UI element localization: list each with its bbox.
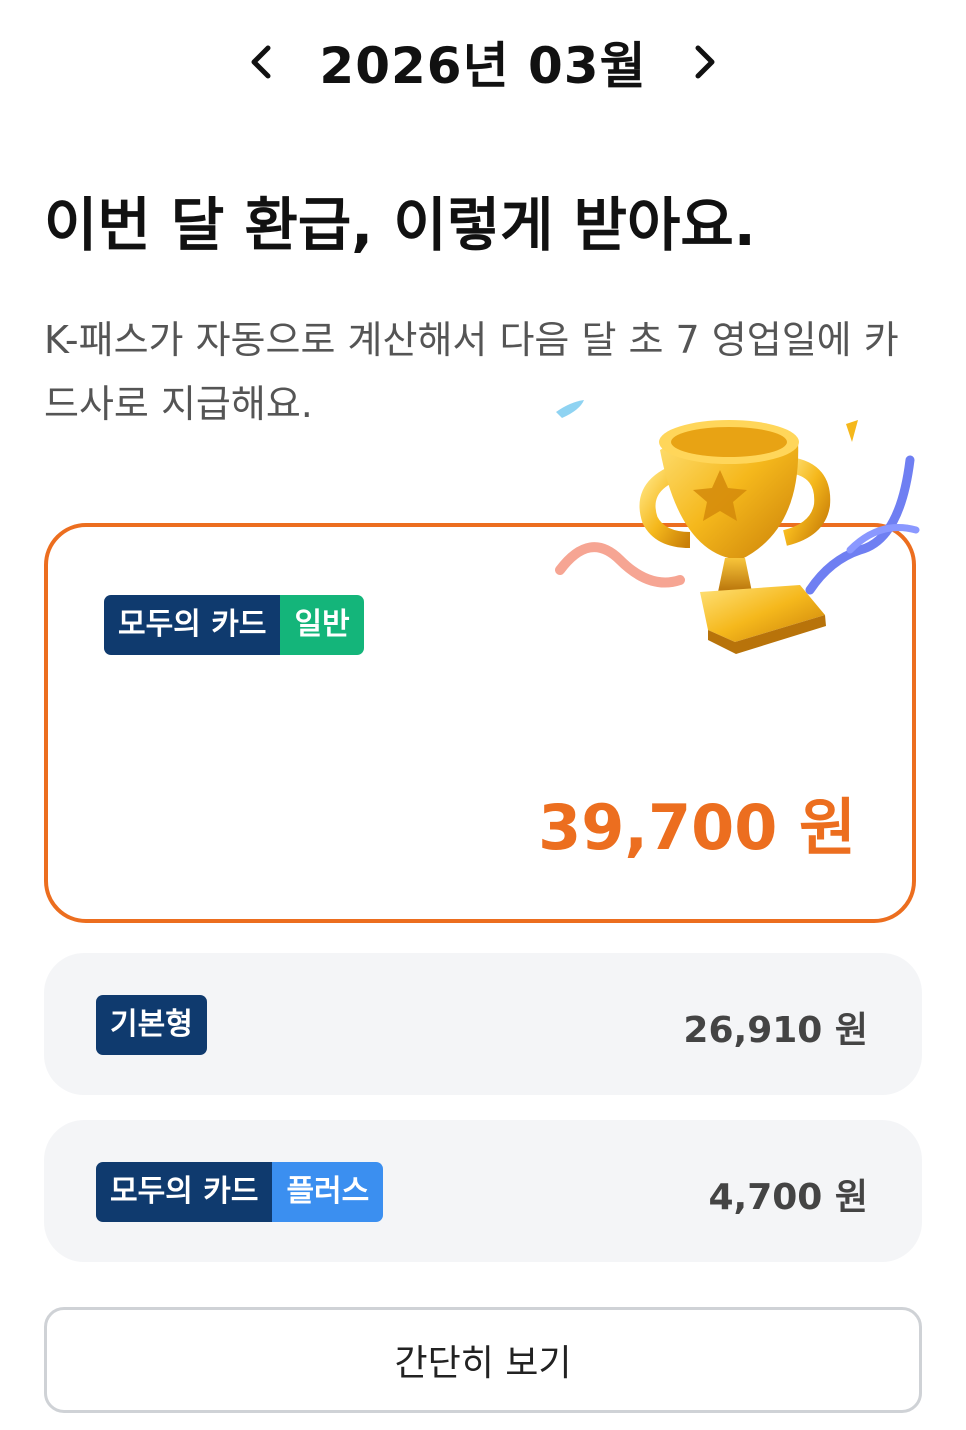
simple-view-button[interactable]: 간단히 보기 xyxy=(44,1307,922,1413)
trophy-confetti-icon xyxy=(555,400,920,654)
month-navigator: 2026년 03월 xyxy=(0,24,966,100)
page-title: 이번 달 환급, 이렇게 받아요. xyxy=(44,191,756,259)
card-plan-label: 일반 xyxy=(280,595,364,655)
row-amount: 4,700 원 xyxy=(708,1177,868,1218)
card-type-badge: 모두의 카드 일반 xyxy=(104,595,364,655)
card-type-badge: 모두의 카드 플러스 xyxy=(96,1162,384,1222)
row-amount: 26,910 원 xyxy=(683,1010,868,1051)
card-type-label: 모두의 카드 xyxy=(96,1162,273,1222)
plan-label: 기본형 xyxy=(96,995,207,1055)
plan-badge: 기본형 xyxy=(96,995,207,1055)
refund-row-basic: 기본형 26,910 원 xyxy=(44,953,922,1095)
card-plan-label: 플러스 xyxy=(272,1162,384,1222)
chevron-right-icon xyxy=(695,45,715,79)
prev-month-button[interactable] xyxy=(231,32,291,92)
total-refund-amount: 39,700 원 xyxy=(538,791,856,864)
chevron-left-icon xyxy=(251,45,271,79)
refund-row-plus: 모두의 카드 플러스 4,700 원 xyxy=(44,1120,922,1262)
next-month-button[interactable] xyxy=(675,32,735,92)
card-type-label: 모두의 카드 xyxy=(104,595,281,655)
month-label: 2026년 03월 xyxy=(319,37,647,95)
